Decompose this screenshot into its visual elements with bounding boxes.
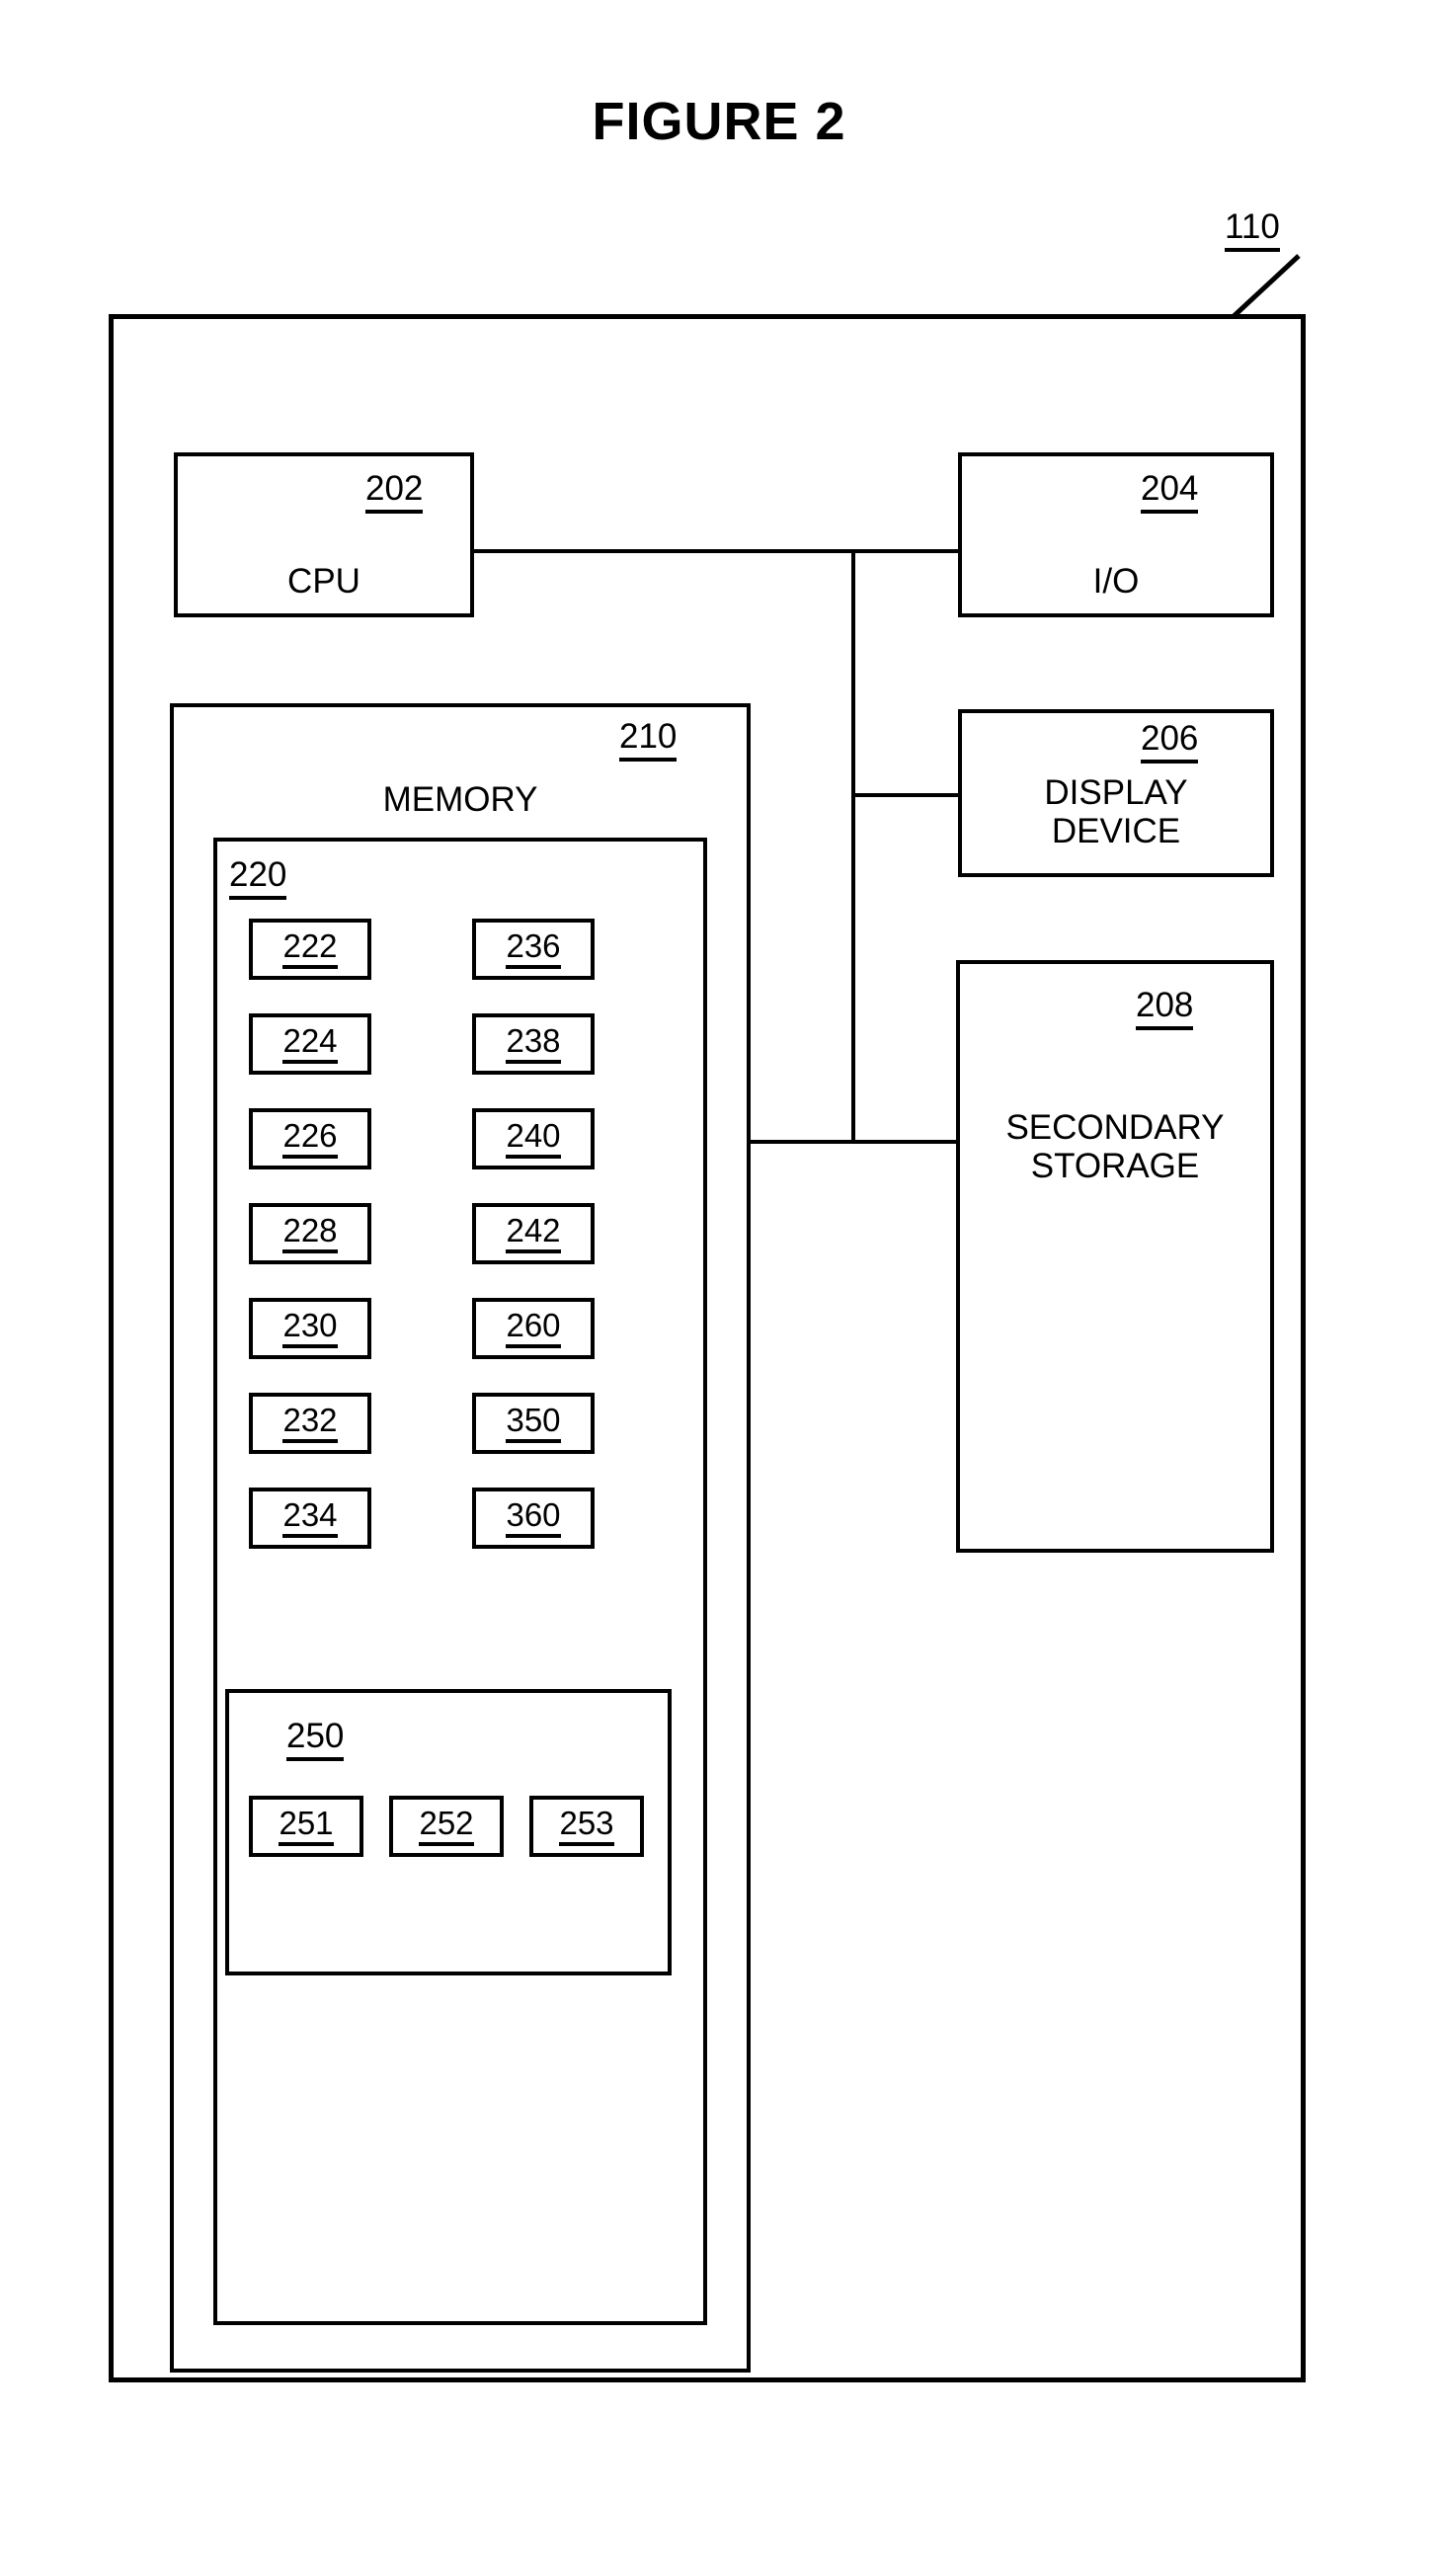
module-chip-number: 240: [506, 1119, 561, 1159]
module-chip-number: 242: [506, 1214, 561, 1253]
block-io-label: I/O: [1092, 562, 1140, 601]
block-memory-ref-number: 210: [619, 719, 678, 762]
system-ref-110-number: 110: [1225, 209, 1280, 252]
module-chip-number: 230: [282, 1309, 338, 1348]
module-chip-number: 232: [282, 1404, 338, 1443]
bus-memory-to-secondary-storage: [747, 1140, 958, 1144]
module-chip-number: 234: [282, 1498, 338, 1538]
module-chip-number: 226: [282, 1119, 338, 1159]
module-chip: 240: [472, 1108, 595, 1169]
block-cpu-label: CPU: [287, 562, 360, 601]
block-secondary-storage-ref-number: 208: [1136, 988, 1194, 1030]
figure-title: FIGURE 2: [592, 92, 846, 151]
block-program-220-ref-number: 220: [229, 857, 287, 900]
block-cpu-ref: 202: [365, 471, 424, 514]
block-secondary-storage-label: SECONDARY STORAGE: [1005, 1108, 1225, 1186]
module-chip-number: 238: [506, 1024, 561, 1064]
module-chip: 350: [472, 1393, 595, 1454]
module-chip: 226: [249, 1108, 371, 1169]
module-chip-number: 350: [506, 1404, 561, 1443]
module-chip: 260: [472, 1298, 595, 1359]
module-chip: 242: [472, 1203, 595, 1264]
group-250-chip-number: 253: [559, 1807, 614, 1846]
module-chip: 236: [472, 919, 595, 980]
group-250-chip: 251: [249, 1796, 363, 1857]
module-chip: 228: [249, 1203, 371, 1264]
block-memory-label: MEMORY: [382, 780, 538, 819]
block-display-device-label: DISPLAY DEVICE: [1044, 773, 1188, 851]
module-chip: 232: [249, 1393, 371, 1454]
bus-vertical-main: [851, 549, 855, 1142]
block-io-ref: 204: [1141, 471, 1199, 514]
module-chip-number: 224: [282, 1024, 338, 1064]
module-chip-number: 236: [506, 929, 561, 969]
block-display-device-ref: 206: [1141, 721, 1199, 764]
module-chip-number: 360: [506, 1498, 561, 1538]
bus-cpu-to-io: [472, 549, 960, 553]
block-io-ref-number: 204: [1141, 471, 1199, 514]
block-secondary-storage-ref: 208: [1136, 988, 1194, 1030]
block-memory-ref: 210: [619, 719, 678, 762]
group-250-chip: 253: [529, 1796, 644, 1857]
module-chip-number: 228: [282, 1214, 338, 1253]
module-chip-number: 260: [506, 1309, 561, 1348]
group-250-chip-number: 251: [279, 1807, 334, 1846]
block-group-250-ref: 250: [286, 1719, 345, 1761]
block-group-250-ref-number: 250: [286, 1719, 345, 1761]
bus-to-display-device: [851, 793, 960, 797]
system-ref-110: 110: [1225, 209, 1280, 252]
block-program-220-ref: 220: [229, 857, 287, 900]
block-display-device-ref-number: 206: [1141, 721, 1199, 764]
group-250-chip: 252: [389, 1796, 504, 1857]
figure-page: FIGURE 2 110 202 CPU 204 I/O 206 DISPLAY…: [0, 0, 1438, 2576]
module-chip: 238: [472, 1013, 595, 1075]
module-chip: 234: [249, 1488, 371, 1549]
block-cpu-ref-number: 202: [365, 471, 424, 514]
module-chip: 230: [249, 1298, 371, 1359]
module-chip: 360: [472, 1488, 595, 1549]
group-250-chip-number: 252: [419, 1807, 474, 1846]
module-chip: 224: [249, 1013, 371, 1075]
module-chip: 222: [249, 919, 371, 980]
block-secondary-storage: [956, 960, 1274, 1553]
module-chip-number: 222: [282, 929, 338, 969]
